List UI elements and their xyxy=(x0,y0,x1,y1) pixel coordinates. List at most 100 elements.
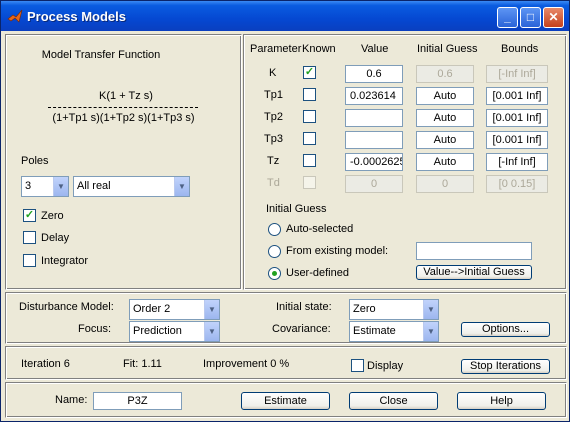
focus-label: Focus: xyxy=(78,323,112,335)
chevron-down-icon: ▼ xyxy=(423,322,438,341)
display-checkbox[interactable] xyxy=(351,359,364,372)
tf-heading: Model Transfer Function xyxy=(41,49,161,61)
param-name-tp1: Tp1 xyxy=(264,89,283,101)
bounds-field-tp1[interactable]: [0.001 Inf] xyxy=(486,87,548,105)
poles-count-value: 3 xyxy=(25,180,32,192)
close-button[interactable]: Close xyxy=(349,392,438,410)
title-bar[interactable]: Process Models _ □ ✕ xyxy=(1,1,569,31)
bottom-panel: Name: P3Z Estimate Close Help xyxy=(5,382,567,418)
tf-denominator: (1+Tp1 s)(1+Tp2 s)(1+Tp3 s) xyxy=(52,112,195,124)
tf-divider xyxy=(48,107,198,108)
from-existing-label: From existing model: xyxy=(286,245,389,257)
known-checkbox-tz[interactable] xyxy=(303,154,316,167)
initial-state-select[interactable]: Zero ▼ xyxy=(349,299,439,320)
auto-selected-radio[interactable] xyxy=(268,223,281,236)
poles-type-value: All real xyxy=(77,180,111,192)
matlab-logo-icon xyxy=(7,9,23,23)
header-value: Value xyxy=(361,43,389,55)
estimate-button[interactable]: Estimate xyxy=(241,392,330,410)
known-checkbox-tp3[interactable] xyxy=(303,132,316,145)
existing-model-field[interactable] xyxy=(416,242,532,260)
bounds-field-k: [-Inf Inf] xyxy=(486,65,548,83)
header-parameter: Parameter xyxy=(250,43,302,55)
param-name-tp2: Tp2 xyxy=(264,111,283,123)
param-name-td: Td xyxy=(267,177,280,189)
poles-type-select[interactable]: All real ▼ xyxy=(73,176,190,197)
check-icon: ✓ xyxy=(24,209,35,221)
integrator-label: Integrator xyxy=(41,255,89,267)
options-button[interactable]: Options... xyxy=(461,322,550,337)
chevron-down-icon: ▼ xyxy=(204,322,219,341)
status-panel: Iteration 6 Fit: 1.11 Improvement 0 % Di… xyxy=(5,346,567,380)
guess-field-tz[interactable]: Auto xyxy=(416,153,474,171)
model-name-field[interactable]: P3Z xyxy=(93,392,182,410)
value-field-tp2[interactable] xyxy=(345,109,403,127)
known-checkbox-tp2[interactable] xyxy=(303,110,316,123)
value-field-k[interactable]: 0.6 xyxy=(345,65,403,83)
maximize-button[interactable]: □ xyxy=(520,7,541,28)
chevron-down-icon: ▼ xyxy=(174,177,189,196)
from-existing-radio[interactable] xyxy=(268,245,281,258)
header-initial-guess: Initial Guess xyxy=(417,43,478,55)
guess-field-td: 0 xyxy=(416,175,474,193)
window-title: Process Models xyxy=(27,9,126,24)
header-known: Known xyxy=(302,43,336,55)
poles-label: Poles xyxy=(21,155,49,167)
known-checkbox-tp1[interactable] xyxy=(303,88,316,101)
improvement-text: Improvement 0 % xyxy=(203,358,290,370)
chevron-down-icon: ▼ xyxy=(204,300,219,319)
user-defined-label: User-defined xyxy=(286,267,349,279)
integrator-checkbox[interactable] xyxy=(23,254,36,267)
disturbance-model-select[interactable]: Order 2 ▼ xyxy=(129,299,220,320)
chevron-down-icon: ▼ xyxy=(423,300,438,319)
value-to-initial-guess-button[interactable]: Value-->Initial Guess xyxy=(416,265,532,280)
user-defined-radio[interactable] xyxy=(268,267,281,280)
delay-checkbox[interactable] xyxy=(23,231,36,244)
focus-value: Prediction xyxy=(133,325,182,337)
disturbance-model-label: Disturbance Model: xyxy=(19,301,114,313)
poles-count-select[interactable]: 3 ▼ xyxy=(21,176,69,197)
covariance-value: Estimate xyxy=(353,325,396,337)
help-button[interactable]: Help xyxy=(457,392,546,410)
value-field-tp3[interactable] xyxy=(345,131,403,149)
param-name-k: K xyxy=(269,67,277,79)
bounds-field-td: [0 0.15] xyxy=(486,175,548,193)
header-bounds: Bounds xyxy=(501,43,539,55)
param-name-tz: Tz xyxy=(267,155,280,167)
tf-numerator: K(1 + Tz s) xyxy=(99,90,153,102)
check-icon: ✓ xyxy=(304,66,315,78)
guess-field-tp2[interactable]: Auto xyxy=(416,109,474,127)
minimize-button[interactable]: _ xyxy=(497,7,518,28)
disturbance-panel: Disturbance Model: Order 2 ▼ Focus: Pred… xyxy=(5,292,567,344)
value-field-tz[interactable]: -0.0002625 xyxy=(345,153,403,171)
parameters-panel: Parameter Known Value Initial Guess Boun… xyxy=(243,34,567,290)
zero-label: Zero xyxy=(41,210,64,222)
guess-field-k: 0.6 xyxy=(416,65,474,83)
guess-field-tp1[interactable]: Auto xyxy=(416,87,474,105)
covariance-label: Covariance: xyxy=(272,323,331,335)
guess-field-tp3[interactable]: Auto xyxy=(416,131,474,149)
name-label: Name: xyxy=(55,394,88,406)
zero-checkbox[interactable]: ✓ xyxy=(23,209,36,222)
bounds-field-tp3[interactable]: [0.001 Inf] xyxy=(486,131,548,149)
disturbance-model-value: Order 2 xyxy=(133,303,171,315)
stop-iterations-button[interactable]: Stop Iterations xyxy=(461,359,550,374)
param-name-tp3: Tp3 xyxy=(264,133,283,145)
transfer-function-panel: Model Transfer Function K(1 + Tz s) (1+T… xyxy=(5,34,242,290)
process-models-window: Process Models _ □ ✕ Model Transfer Func… xyxy=(0,0,570,422)
close-window-button[interactable]: ✕ xyxy=(543,7,564,28)
auto-selected-label: Auto-selected xyxy=(286,223,354,235)
known-checkbox-k[interactable]: ✓ xyxy=(303,66,316,79)
initial-state-label: Initial state: xyxy=(276,301,332,313)
bounds-field-tz[interactable]: [-Inf Inf] xyxy=(486,153,548,171)
chevron-down-icon: ▼ xyxy=(53,177,68,196)
known-checkbox-td xyxy=(303,176,316,189)
focus-select[interactable]: Prediction ▼ xyxy=(129,321,220,342)
covariance-select[interactable]: Estimate ▼ xyxy=(349,321,439,342)
iteration-text: Iteration 6 xyxy=(21,358,70,370)
initial-state-value: Zero xyxy=(353,303,376,315)
bounds-field-tp2[interactable]: [0.001 Inf] xyxy=(486,109,548,127)
value-field-td: 0 xyxy=(345,175,403,193)
value-field-tp1[interactable]: 0.023614 xyxy=(345,87,403,105)
delay-label: Delay xyxy=(41,232,70,244)
